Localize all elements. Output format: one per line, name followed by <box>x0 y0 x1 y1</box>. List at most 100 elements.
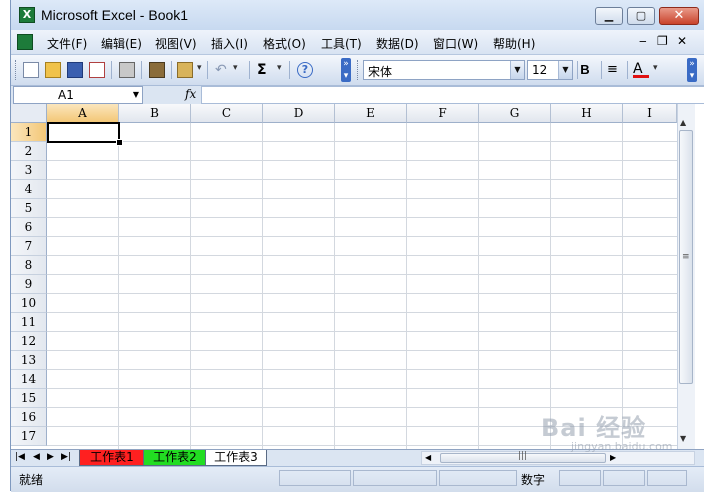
scroll-right-icon[interactable]: ▶ <box>610 453 616 462</box>
undo-dropdown-icon[interactable]: ▾ <box>233 63 238 73</box>
name-box-dropdown-icon[interactable]: ▼ <box>133 90 139 99</box>
select-all-corner[interactable] <box>11 104 47 123</box>
row-header-6[interactable]: 6 <box>11 218 47 237</box>
horizontal-scrollbar[interactable]: ◀ ||| ▶ <box>421 451 695 465</box>
vertical-scrollbar[interactable]: ▲ ≡ ▼ <box>677 104 695 449</box>
column-header-h[interactable]: H <box>551 104 623 123</box>
undo-icon[interactable]: ↶ <box>215 62 231 78</box>
autosum-icon[interactable]: Σ <box>257 62 273 78</box>
sheet-tab-1[interactable]: 工作表1 <box>79 450 145 466</box>
menu-help[interactable]: 帮助(H) <box>493 35 535 52</box>
menu-tools[interactable]: 工具(T) <box>321 35 362 52</box>
row-header-17[interactable]: 17 <box>11 427 47 446</box>
menu-insert[interactable]: 插入(I) <box>211 35 248 52</box>
toolbar-separator <box>141 61 142 79</box>
column-header-e[interactable]: E <box>335 104 407 123</box>
column-header-f[interactable]: F <box>407 104 479 123</box>
sheet-tab-3[interactable]: 工作表3 <box>205 450 267 466</box>
toolbar-options-icon[interactable]: » ▾ <box>341 58 351 82</box>
autosum-dropdown-icon[interactable]: ▾ <box>277 63 282 73</box>
font-size-combo[interactable]: 12 ▼ <box>527 60 573 80</box>
prev-sheet-icon[interactable]: ◀ <box>33 452 40 462</box>
toolbar-options-icon-2[interactable]: » ▾ <box>687 58 697 82</box>
toolbar-grip[interactable] <box>357 60 361 80</box>
save-icon[interactable] <box>67 62 83 78</box>
close-icon: ✕ <box>673 8 685 23</box>
column-header-g[interactable]: G <box>479 104 551 123</box>
column-header-d[interactable]: D <box>263 104 335 123</box>
sheet-tab-1-label: 工作表1 <box>90 450 134 464</box>
toolbar-separator <box>171 61 172 79</box>
align-center-icon[interactable]: ≡ <box>607 62 623 78</box>
menu-format[interactable]: 格式(O) <box>263 35 306 52</box>
status-pane <box>603 470 645 486</box>
row-header-9[interactable]: 9 <box>11 275 47 294</box>
row-header-16[interactable]: 16 <box>11 408 47 427</box>
print-icon[interactable] <box>119 62 135 78</box>
row-header-3[interactable]: 3 <box>11 161 47 180</box>
row-header-2[interactable]: 2 <box>11 142 47 161</box>
font-color-icon[interactable]: A <box>633 62 649 78</box>
font-name-combo[interactable]: 宋体 ▼ <box>363 60 525 80</box>
row-header-15[interactable]: 15 <box>11 389 47 408</box>
excel-window: X Microsoft Excel - Book1 ▁ ▢ ✕ 文件(F) 编辑… <box>10 0 704 492</box>
menu-edit[interactable]: 编辑(E) <box>101 35 142 52</box>
menu-data[interactable]: 数据(D) <box>376 35 419 52</box>
row-header-14[interactable]: 14 <box>11 370 47 389</box>
column-header-a[interactable]: A <box>47 104 119 123</box>
scroll-left-icon[interactable]: ◀ <box>425 453 431 462</box>
help-icon[interactable]: ? <box>297 62 313 78</box>
paste-dropdown-icon[interactable]: ▾ <box>197 63 202 73</box>
row-header-11[interactable]: 11 <box>11 313 47 332</box>
font-size-value: 12 <box>532 63 548 77</box>
active-cell-a1[interactable] <box>47 122 120 143</box>
menu-view[interactable]: 视图(V) <box>155 35 197 52</box>
row-header-10[interactable]: 10 <box>11 294 47 313</box>
doc-minimize-icon[interactable]: ‒ <box>639 34 647 48</box>
permission-icon[interactable] <box>89 62 105 78</box>
row-header-4[interactable]: 4 <box>11 180 47 199</box>
menu-file[interactable]: 文件(F) <box>47 35 87 52</box>
row-header-12[interactable]: 12 <box>11 332 47 351</box>
row-header-7[interactable]: 7 <box>11 237 47 256</box>
doc-close-icon[interactable]: ✕ <box>677 34 687 48</box>
last-sheet-icon[interactable]: ▶| <box>61 452 71 462</box>
excel-app-icon[interactable]: X <box>19 7 35 23</box>
cell-area[interactable] <box>47 123 677 449</box>
doc-restore-icon[interactable]: ❐ <box>657 34 668 48</box>
open-folder-icon[interactable] <box>45 62 61 78</box>
row-header-1[interactable]: 1 <box>11 123 47 142</box>
font-color-dropdown-icon[interactable]: ▾ <box>653 63 658 73</box>
minimize-button[interactable]: ▁ <box>595 7 623 25</box>
scroll-up-icon[interactable]: ▲ <box>680 118 686 127</box>
name-box[interactable]: A1 ▼ <box>13 86 143 104</box>
row-header-8[interactable]: 8 <box>11 256 47 275</box>
bold-icon[interactable]: B <box>573 62 597 78</box>
font-size-dropdown-icon[interactable]: ▼ <box>558 61 572 79</box>
close-button[interactable]: ✕ <box>659 7 699 25</box>
toolbar-separator <box>289 61 290 79</box>
column-header-c[interactable]: C <box>191 104 263 123</box>
spellcheck-icon[interactable] <box>149 62 165 78</box>
column-header-i[interactable]: I <box>623 104 677 123</box>
insert-function-icon[interactable]: fx <box>185 87 196 101</box>
new-file-icon[interactable] <box>23 62 39 78</box>
paste-icon[interactable] <box>177 62 193 78</box>
next-sheet-icon[interactable]: ▶ <box>47 452 54 462</box>
maximize-button[interactable]: ▢ <box>627 7 655 25</box>
menu-window[interactable]: 窗口(W) <box>433 35 478 52</box>
font-name-dropdown-icon[interactable]: ▼ <box>510 61 524 79</box>
sheet-tab-2[interactable]: 工作表2 <box>143 450 207 466</box>
fill-handle[interactable] <box>116 139 123 146</box>
scroll-down-icon[interactable]: ▼ <box>680 434 686 443</box>
row-header-5[interactable]: 5 <box>11 199 47 218</box>
workbook-icon[interactable] <box>17 34 33 50</box>
row-header-13[interactable]: 13 <box>11 351 47 370</box>
toolbar-grip[interactable] <box>15 60 19 80</box>
title-bar: X Microsoft Excel - Book1 ▁ ▢ ✕ <box>11 0 704 30</box>
formula-input[interactable] <box>201 86 704 104</box>
sheet-tab-2-label: 工作表2 <box>153 450 197 464</box>
column-header-b[interactable]: B <box>119 104 191 123</box>
first-sheet-icon[interactable]: |◀ <box>15 452 25 462</box>
horizontal-thumb-grip-icon: ||| <box>518 451 528 461</box>
